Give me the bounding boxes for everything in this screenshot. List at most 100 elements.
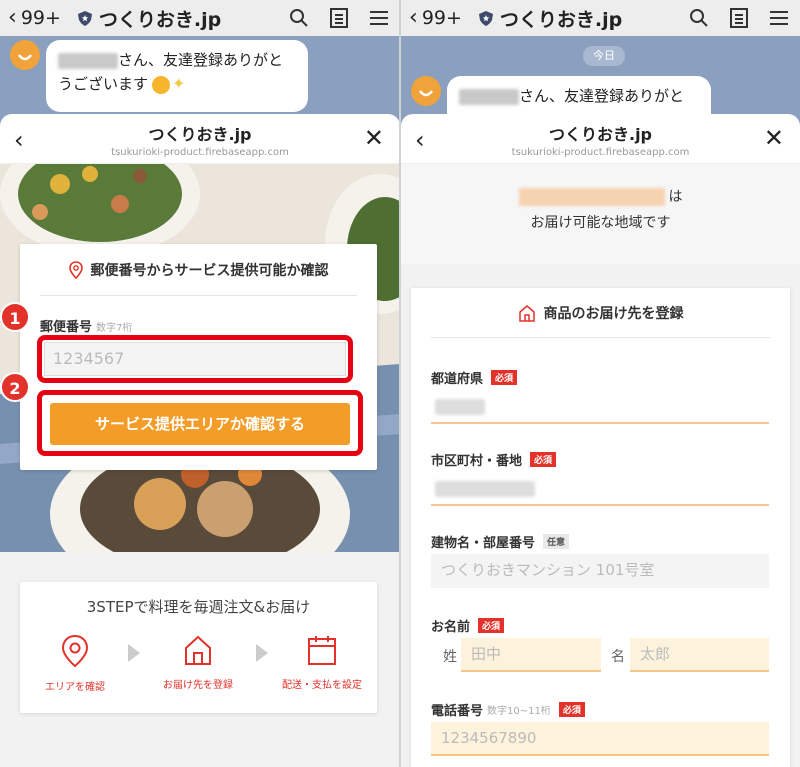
- step-address: お届け先を登録: [148, 634, 248, 691]
- zip-card-title-text: 郵便番号からサービス提供可能か確認: [90, 262, 329, 279]
- chevron-left-icon[interactable]: ‹: [415, 126, 425, 154]
- phone-input[interactable]: 1234567890: [431, 722, 769, 756]
- blurred-prefecture: [435, 399, 485, 415]
- date-badge: 今日: [583, 46, 625, 66]
- modal-url: tsukurioki-product.firebaseapp.com: [511, 147, 690, 158]
- chevron-left-icon: ‹: [8, 5, 17, 30]
- modal-title: つくりおき.jp: [148, 125, 252, 144]
- step-delivery-label: 配送・支払を設定: [282, 680, 362, 691]
- chevron-left-icon: ‹: [409, 5, 418, 30]
- building-label-text: 建物名・部屋番号: [431, 536, 536, 551]
- menu-icon[interactable]: [368, 7, 390, 29]
- chat-title: つくりおき.jp: [499, 8, 623, 31]
- step-marker-2: 2: [0, 372, 30, 402]
- chevron-left-icon[interactable]: ‹: [14, 126, 24, 154]
- house-icon: [185, 635, 211, 665]
- back-button[interactable]: ‹ 99+: [8, 5, 61, 30]
- steps-title: 3STEPで料理を毎週注文&お届け: [86, 598, 311, 616]
- zip-check-card: 郵便番号からサービス提供可能か確認 郵便番号 数字7桁 1234567 サービス提…: [20, 244, 377, 470]
- modal-title: つくりおき.jp: [548, 125, 653, 144]
- prefecture-input[interactable]: [431, 390, 769, 424]
- phone-label: 電話番号 数字10~11桁 必須: [431, 700, 585, 719]
- zip-label: 郵便番号 数字7桁: [40, 316, 132, 335]
- greeting-text-2: うございます: [58, 75, 149, 93]
- avatar: [10, 40, 40, 70]
- area-result: は お届け可能な地域です: [401, 164, 800, 264]
- name-label-text: お名前: [431, 620, 471, 635]
- last-name-input[interactable]: 田中: [461, 638, 601, 672]
- optional-badge: 任意: [543, 534, 570, 549]
- search-icon[interactable]: [288, 7, 310, 29]
- required-badge: 必須: [478, 618, 505, 633]
- notes-icon[interactable]: [728, 7, 750, 29]
- step-address-label: お届け先を登録: [163, 680, 233, 691]
- step-arrow-2: [256, 644, 268, 662]
- city-label: 市区町村・番地 必須: [431, 450, 557, 469]
- first-name-prefix: 名: [611, 649, 625, 665]
- unread-count: 99+: [421, 7, 462, 29]
- step-arrow-1: [128, 644, 140, 662]
- blurred-username: [459, 88, 519, 105]
- phone-hint: 数字10~11桁: [487, 706, 551, 717]
- check-area-button[interactable]: サービス提供エリアか確認する: [50, 403, 350, 445]
- sparkle-icon: ✦: [172, 74, 186, 93]
- line-header: ‹ 99+ つくりおき.jp: [0, 0, 400, 36]
- close-icon[interactable]: ✕: [764, 124, 784, 152]
- notes-icon[interactable]: [328, 7, 350, 29]
- search-icon[interactable]: [688, 7, 710, 29]
- line-header: ‹ 99+ つくりおき.jp: [401, 0, 800, 36]
- back-button[interactable]: ‹ 99+: [409, 5, 462, 30]
- zip-card-title: 郵便番号からサービス提供可能か確認: [40, 244, 357, 296]
- liff-modal: ‹ つくりおき.jp tsukurioki-product.firebaseap…: [401, 114, 800, 767]
- greeting-text: さん、友達登録ありがと: [118, 51, 284, 69]
- modal-header: ‹ つくりおき.jp tsukurioki-product.firebaseap…: [401, 114, 800, 164]
- phone-label-text: 電話番号: [431, 704, 484, 719]
- location-pin-icon: [61, 634, 89, 668]
- modal-header: ‹ つくりおき.jp tsukurioki-product.firebaseap…: [0, 114, 400, 164]
- step-area-label: エリアを確認: [45, 682, 105, 693]
- unread-count: 99+: [20, 7, 61, 29]
- prefecture-label: 都道府県 必須: [431, 368, 518, 387]
- shield-icon: [77, 10, 93, 26]
- zip-label-text: 郵便番号: [40, 320, 93, 335]
- required-badge: 必須: [491, 370, 518, 385]
- right-screenshot: ‹ 99+ つくりおき.jp 今日 さん、友達登録ありがと ‹ つくりおき.jp …: [401, 0, 800, 767]
- result-suffix: は: [668, 189, 683, 205]
- house-icon: [518, 304, 535, 322]
- greeting-text: さん、友達登録ありがと: [519, 87, 685, 105]
- menu-icon[interactable]: [768, 7, 790, 29]
- step-area: エリアを確認: [25, 634, 125, 693]
- form-title-text: 商品のお届け先を登録: [543, 305, 684, 322]
- building-label: 建物名・部屋番号 任意: [431, 532, 570, 551]
- left-screenshot: ‹ 99+ つくりおき.jp さん、友達登録ありがと うございます ✦ ‹ つくりお…: [0, 0, 400, 767]
- shield-icon: [478, 10, 494, 26]
- prefecture-label-text: 都道府県: [431, 372, 484, 387]
- building-input[interactable]: つくりおきマンション 101号室: [431, 554, 769, 588]
- delivery-form-card: 商品のお届け先を登録 都道府県 必須 市区町村・番地 必須 建物名・部屋番号 任意 つ…: [411, 288, 790, 767]
- form-title: 商品のお届け先を登録: [431, 288, 770, 338]
- modal-url: tsukurioki-product.firebaseapp.com: [111, 147, 289, 158]
- location-pin-icon: [68, 260, 83, 279]
- grin-emoji-icon: [152, 75, 171, 94]
- first-name-input[interactable]: 太郎: [630, 638, 769, 672]
- step-delivery: 配送・支払を設定: [272, 634, 372, 691]
- blurred-username: [58, 52, 118, 69]
- calendar-icon: [308, 636, 336, 665]
- required-badge: 必須: [558, 702, 585, 717]
- close-icon[interactable]: ✕: [364, 124, 384, 152]
- result-message: お届け可能な地域です: [530, 215, 671, 231]
- city-input[interactable]: [431, 472, 769, 506]
- zip-input[interactable]: 1234567: [44, 342, 346, 376]
- liff-modal: ‹ つくりおき.jp tsukurioki-product.firebaseap…: [0, 114, 400, 767]
- blurred-address: [518, 188, 665, 206]
- city-label-text: 市区町村・番地: [431, 454, 523, 469]
- blurred-city: [435, 481, 535, 497]
- avatar: [411, 76, 441, 106]
- greeting-bubble: さん、友達登録ありがと うございます ✦: [46, 40, 308, 112]
- required-badge: 必須: [530, 452, 557, 467]
- step-marker-1: 1: [0, 302, 30, 332]
- zip-hint: 数字7桁: [96, 323, 133, 334]
- last-name-prefix: 姓: [443, 649, 457, 665]
- three-step-card: 3STEPで料理を毎週注文&お届け エリアを確認 お届け先を登録 配送・支払を設…: [20, 582, 377, 713]
- name-label: お名前 必須: [431, 616, 505, 635]
